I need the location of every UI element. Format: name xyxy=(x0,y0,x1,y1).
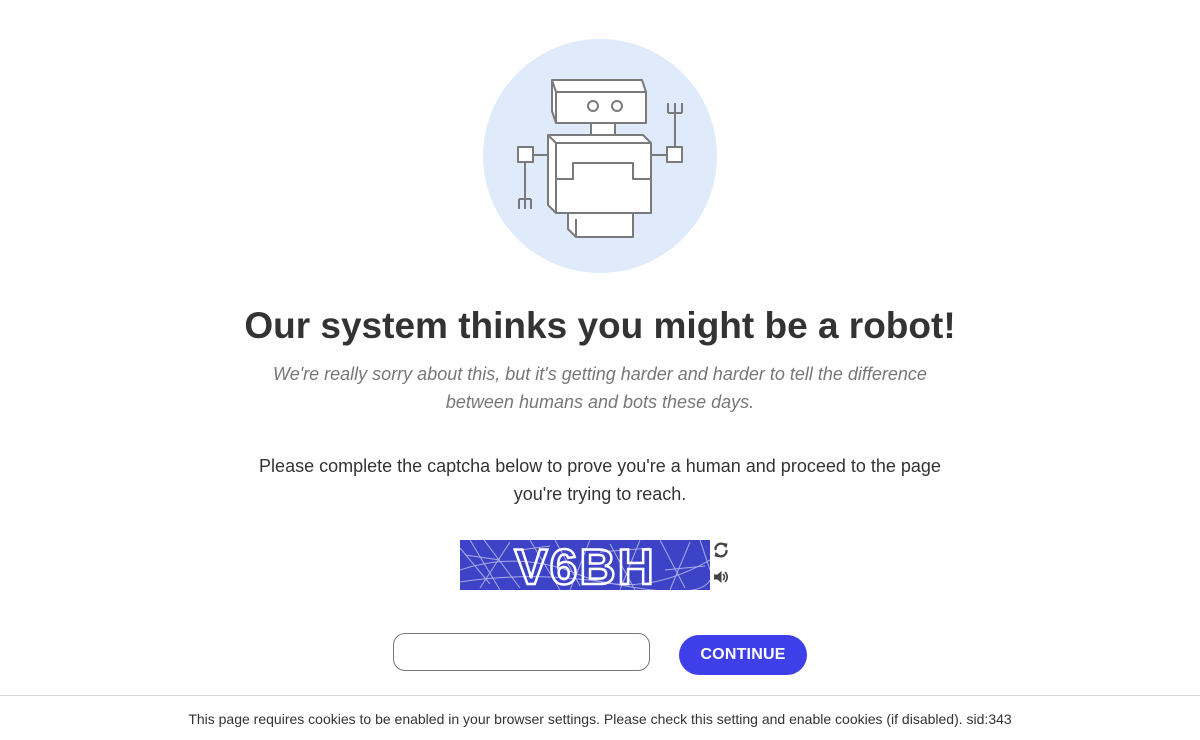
cookie-notice: This page requires cookies to be enabled… xyxy=(188,711,1012,727)
continue-button[interactable]: CONTINUE xyxy=(679,635,807,675)
speaker-icon[interactable] xyxy=(712,568,730,586)
robot-icon xyxy=(517,79,683,238)
footer-divider xyxy=(0,695,1200,696)
robot-illustration xyxy=(483,39,717,273)
captcha-answer-input[interactable] xyxy=(393,633,650,671)
captcha-text: V6BH xyxy=(514,540,655,590)
captcha-image: V6BH xyxy=(459,538,711,596)
refresh-icon[interactable] xyxy=(712,541,730,559)
apology-subtitle: We're really sorry about this, but it's … xyxy=(273,364,927,412)
captcha-instructions: Please complete the captcha below to pro… xyxy=(259,456,941,504)
page-title: Our system thinks you might be a robot! xyxy=(244,305,956,346)
robot-check-page: Our system thinks you might be a robot! … xyxy=(0,0,1200,740)
